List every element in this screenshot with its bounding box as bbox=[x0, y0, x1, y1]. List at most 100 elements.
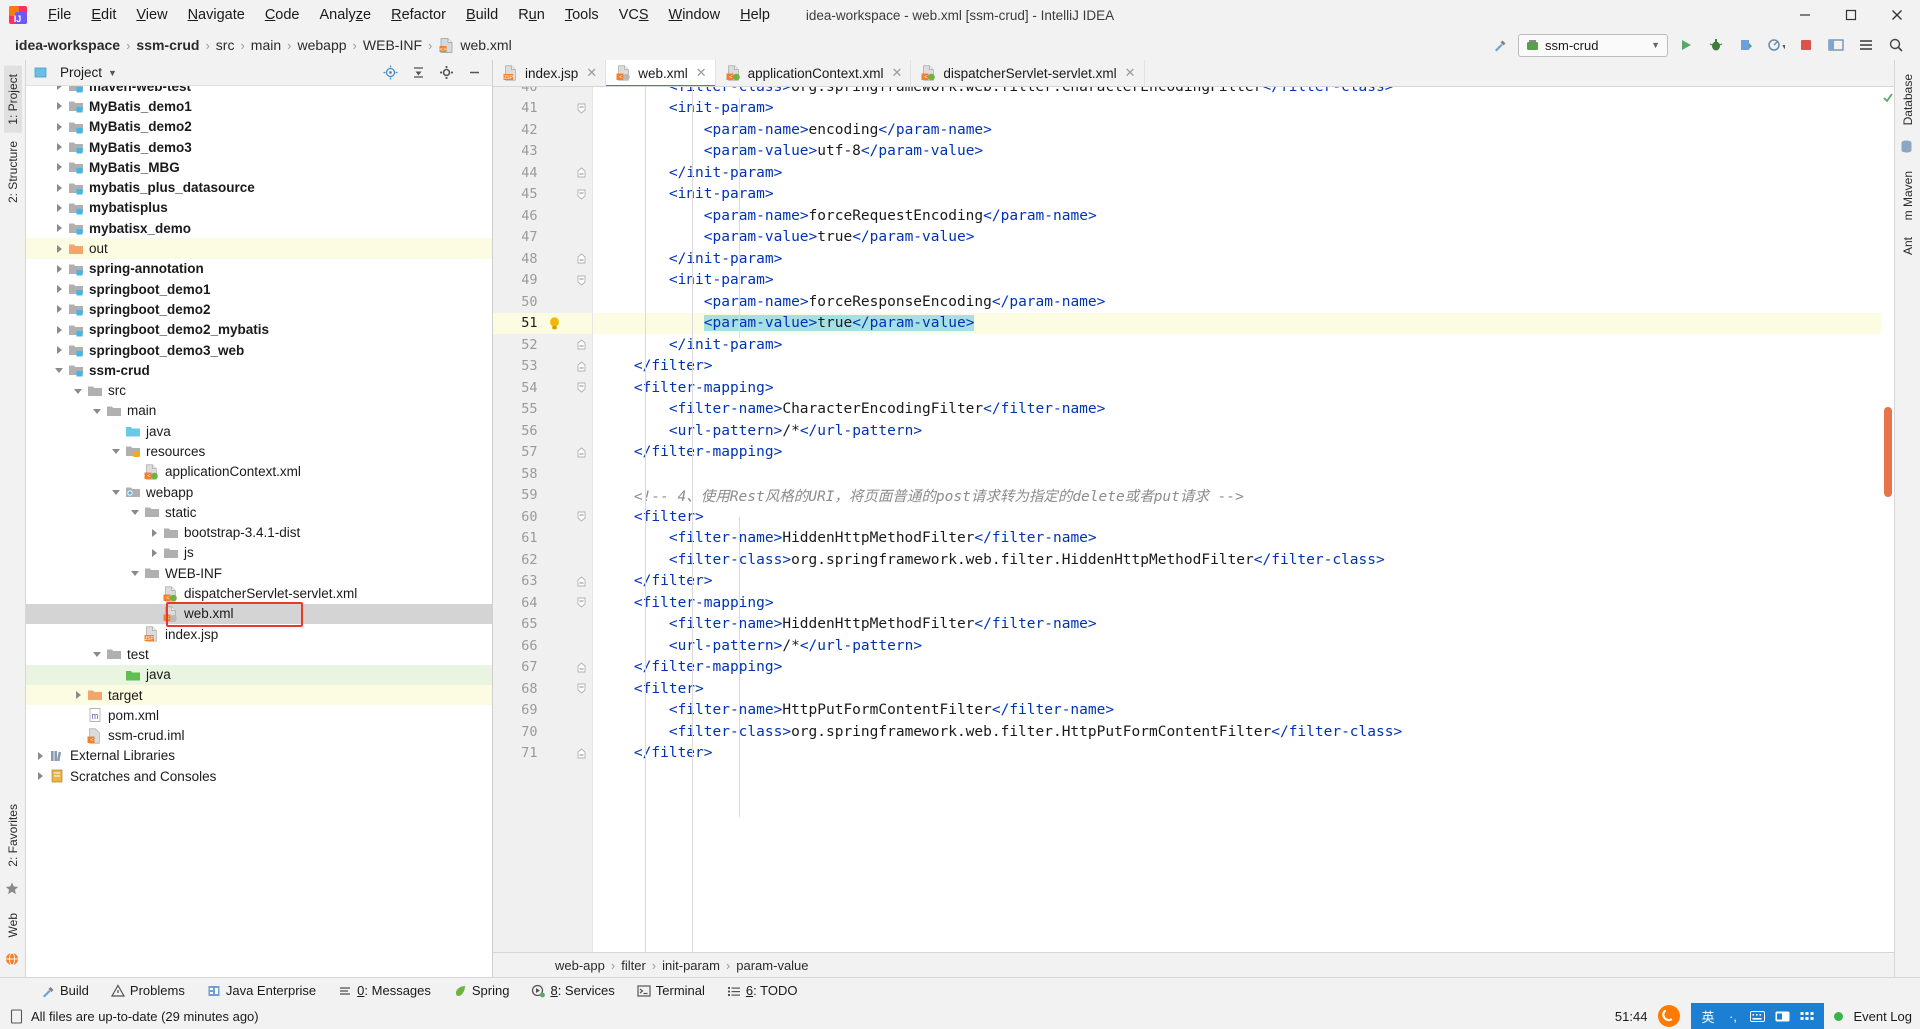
code-line-69[interactable]: < filter-name > HttpPutFormContentFilter </f… bbox=[593, 700, 1881, 722]
code-editor[interactable]: 40 41 42 43 44 45 46 47 48 49 50 51 52 53 54 55 56 57 58 59… bbox=[493, 87, 1894, 952]
code-line-55[interactable]: < filter-name > CharacterEncodingFilter </fi… bbox=[593, 399, 1881, 421]
chevron-down-icon[interactable] bbox=[127, 507, 143, 517]
gutter-line-67[interactable]: 67 bbox=[493, 657, 592, 679]
run-icon[interactable] bbox=[1674, 33, 1698, 57]
breadcrumb-item-6[interactable]: web.xml bbox=[457, 37, 514, 53]
collapse-all-icon[interactable] bbox=[406, 61, 430, 85]
code-line-54[interactable]: < filter-mapping > bbox=[593, 377, 1881, 399]
editor-gutter[interactable]: 40 41 42 43 44 45 46 47 48 49 50 51 52 53 54 55 56 57 58 59… bbox=[493, 87, 593, 952]
menu-build[interactable]: Build bbox=[456, 4, 508, 26]
tool-todo[interactable]: 6: TODO bbox=[716, 983, 809, 998]
tree-row-js[interactable]: js bbox=[26, 543, 492, 563]
gutter-line-71[interactable]: 71 bbox=[493, 743, 592, 765]
rail-tab-favorites[interactable]: 2: Favorites bbox=[4, 796, 22, 875]
gutter-line-52[interactable]: 52 bbox=[493, 334, 592, 356]
code-line-60[interactable]: < filter > bbox=[593, 506, 1881, 528]
rail-tab-structure[interactable]: 2: Structure bbox=[4, 133, 22, 211]
code-line-46[interactable]: < param-name > forceRequestEncoding </param-… bbox=[593, 205, 1881, 227]
search-icon[interactable] bbox=[1884, 33, 1908, 57]
menu-tools[interactable]: Tools bbox=[555, 4, 609, 26]
chevron-right-icon[interactable] bbox=[51, 203, 67, 213]
chevron-right-icon[interactable] bbox=[51, 162, 67, 172]
tool-spring[interactable]: Spring bbox=[442, 983, 521, 998]
close-button[interactable] bbox=[1874, 0, 1920, 30]
ime-language[interactable]: 英 bbox=[1699, 1008, 1716, 1025]
code-line-45[interactable]: < init-param > bbox=[593, 184, 1881, 206]
tree-row-target[interactable]: target bbox=[26, 684, 492, 706]
gutter-line-56[interactable]: 56 bbox=[493, 420, 592, 442]
close-icon[interactable]: ✕ bbox=[891, 65, 902, 81]
gutter-line-69[interactable]: 69 bbox=[493, 700, 592, 722]
gutter-line-65[interactable]: 65 bbox=[493, 614, 592, 636]
project-panel-dropdown-icon[interactable]: ▼ bbox=[108, 68, 117, 78]
tree-row-mybatis-demo1[interactable]: MyBatis_demo1 bbox=[26, 96, 492, 116]
hide-panel-icon[interactable] bbox=[462, 61, 486, 85]
editor-breadcrumb-2[interactable]: init-param bbox=[658, 958, 724, 973]
fold-marker-close[interactable] bbox=[571, 748, 592, 759]
code-line-71[interactable]: </filter > bbox=[593, 743, 1881, 765]
fold-marker-open[interactable] bbox=[571, 511, 592, 522]
code-line-47[interactable]: < param-value > true </param-value > bbox=[593, 227, 1881, 249]
tree-row-web-xml[interactable]: < web.xml bbox=[26, 603, 492, 625]
tree-row-mybatisx-demo[interactable]: mybatisx_demo bbox=[26, 218, 492, 238]
fold-marker-close[interactable] bbox=[571, 167, 592, 178]
code-line-42[interactable]: < param-name > encoding </param-name > bbox=[593, 119, 1881, 141]
tree-row-java[interactable]: java bbox=[26, 664, 492, 685]
fold-marker-close[interactable] bbox=[571, 253, 592, 264]
fold-marker-open[interactable] bbox=[571, 597, 592, 608]
gutter-line-51[interactable]: 51 bbox=[493, 312, 592, 334]
tool-java-enterprise[interactable]: Java Enterprise bbox=[196, 983, 327, 998]
panel-icon[interactable] bbox=[1774, 1008, 1791, 1025]
chevron-right-icon[interactable] bbox=[51, 86, 67, 91]
tree-row-ssm-crud[interactable]: ssm-crud bbox=[26, 360, 492, 380]
menu-run[interactable]: Run bbox=[508, 4, 555, 26]
code-line-51[interactable]: <param-value>true</param-value> bbox=[593, 312, 1881, 334]
tree-row-web-inf[interactable]: WEB-INF bbox=[26, 563, 492, 583]
gutter-line-70[interactable]: 70 bbox=[493, 721, 592, 743]
code-line-63[interactable]: </filter > bbox=[593, 571, 1881, 593]
chevron-down-icon[interactable] bbox=[108, 487, 124, 497]
gutter-line-58[interactable]: 58 bbox=[493, 463, 592, 485]
tool-build[interactable]: Build bbox=[30, 983, 100, 998]
code-line-52[interactable]: </init-param > bbox=[593, 334, 1881, 356]
fold-marker-close[interactable] bbox=[571, 447, 592, 458]
gutter-line-54[interactable]: 54 bbox=[493, 377, 592, 399]
database-icon[interactable] bbox=[1899, 139, 1917, 157]
caret-position[interactable]: 51:44 bbox=[1615, 1009, 1648, 1024]
tree-row-scratches-and-consoles[interactable]: Scratches and Consoles bbox=[26, 766, 492, 786]
editor-tab-applicationcontext-xml[interactable]: < applicationContext.xml ✕ bbox=[715, 60, 912, 86]
fold-marker-open[interactable] bbox=[571, 382, 592, 393]
code-line-48[interactable]: </init-param > bbox=[593, 248, 1881, 270]
chevron-right-icon[interactable] bbox=[146, 548, 162, 558]
layout-icon[interactable] bbox=[1824, 33, 1848, 57]
hammer-icon[interactable] bbox=[1488, 33, 1512, 57]
chevron-right-icon[interactable] bbox=[70, 690, 86, 700]
gutter-line-68[interactable]: 68 bbox=[493, 678, 592, 700]
chevron-right-icon[interactable] bbox=[51, 244, 67, 254]
gutter-line-53[interactable]: 53 bbox=[493, 356, 592, 378]
fold-marker-open[interactable] bbox=[571, 275, 592, 286]
maximize-button[interactable] bbox=[1828, 0, 1874, 30]
tree-row-pom-xml[interactable]: m pom.xml bbox=[26, 705, 492, 725]
gutter-line-45[interactable]: 45 bbox=[493, 184, 592, 206]
gutter-line-59[interactable]: 59 bbox=[493, 485, 592, 507]
code-line-68[interactable]: < filter > bbox=[593, 678, 1881, 700]
tree-row-ssm-crud-iml[interactable]: < ssm-crud.iml bbox=[26, 726, 492, 746]
breadcrumb-item-4[interactable]: webapp bbox=[295, 37, 350, 53]
code-line-58[interactable] bbox=[593, 463, 1881, 485]
tool-problems[interactable]: Problems bbox=[100, 983, 196, 998]
fold-marker-close[interactable] bbox=[571, 662, 592, 673]
scrollbar-thumb[interactable] bbox=[1884, 407, 1892, 497]
gutter-line-42[interactable]: 42 bbox=[493, 119, 592, 141]
close-icon[interactable]: ✕ bbox=[696, 65, 707, 81]
debug-icon[interactable] bbox=[1704, 33, 1728, 57]
gutter-line-61[interactable]: 61 bbox=[493, 528, 592, 550]
menu-edit[interactable]: Edit bbox=[81, 4, 126, 26]
editor-tab-web-xml[interactable]: < web.xml ✕ bbox=[606, 60, 716, 86]
tree-row-mybatis-mbg[interactable]: MyBatis_MBG bbox=[26, 157, 492, 177]
fold-marker-close[interactable] bbox=[571, 339, 592, 350]
tool-window-bar[interactable]: Build Problems Java Enterprise 0: Messag… bbox=[0, 977, 1920, 1003]
profile-icon[interactable]: ▼ bbox=[1764, 33, 1788, 57]
tree-row-external-libraries[interactable]: External Libraries bbox=[26, 746, 492, 766]
code-line-65[interactable]: < filter-name > HiddenHttpMethodFilter </fil… bbox=[593, 614, 1881, 636]
